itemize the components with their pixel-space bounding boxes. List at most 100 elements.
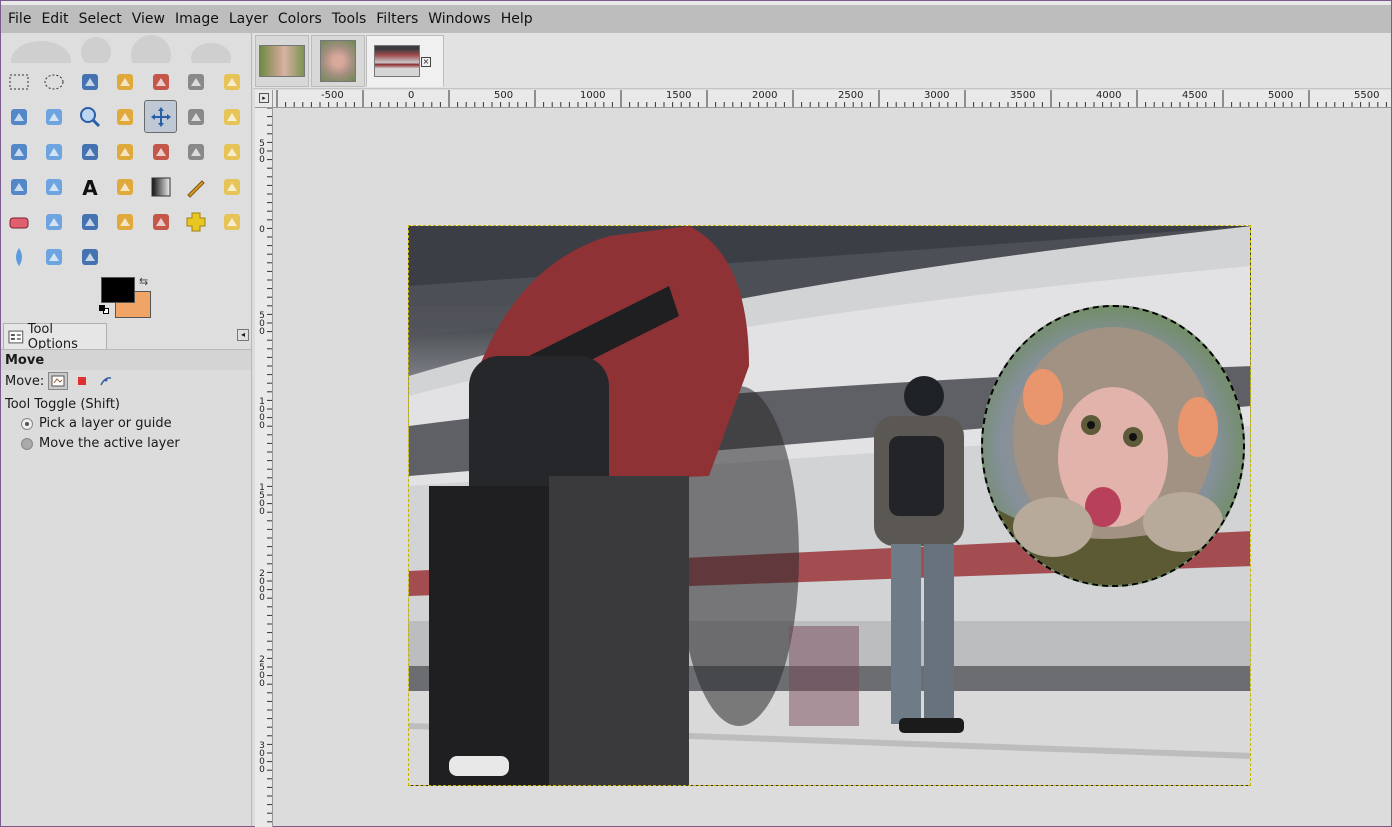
perspective-icon (117, 143, 133, 160)
pick-layer-option[interactable]: Pick a layer or guide (21, 416, 172, 431)
pick-layer-radio[interactable] (21, 417, 33, 430)
text-tool-button[interactable]: A (73, 170, 106, 203)
horizontal-ruler[interactable]: -500 0 500 1000 1500 2000 2500 3000 3500… (273, 90, 1391, 108)
gradient-icon (151, 177, 170, 196)
smudge-icon (46, 248, 62, 265)
fuzzy-select-tool-button[interactable] (109, 65, 142, 98)
smudge-tool-button[interactable] (38, 240, 71, 273)
ruler-label: 500 (259, 311, 265, 337)
blur-sharpen-tool-button[interactable] (2, 240, 35, 273)
pencil-tool-button[interactable] (180, 170, 213, 203)
menu-select[interactable]: Select (74, 5, 127, 33)
ruler-label: 2500 (838, 90, 864, 101)
mypaint-brush-tool-button[interactable] (109, 205, 142, 238)
wilber-drop-area[interactable] (1, 33, 251, 63)
ruler-corner[interactable]: ▸ (255, 90, 273, 108)
layer-icon (51, 375, 65, 387)
eraser-tool-button[interactable] (2, 205, 35, 238)
shear-tool-button[interactable] (73, 135, 106, 168)
vertical-ruler[interactable]: 500 0 500 1000 1500 2000 2500 3000 (255, 108, 273, 827)
transform-3d-tool-button[interactable] (144, 135, 177, 168)
perspective-tool-button[interactable] (109, 135, 142, 168)
gradient-tool-button[interactable] (144, 170, 177, 203)
ink-tool-button[interactable] (73, 205, 106, 238)
move-active-layer-option[interactable]: Move the active layer (21, 436, 180, 451)
tab-menu-icon[interactable]: ◂ (237, 329, 249, 341)
close-tab-icon[interactable]: × (421, 57, 431, 67)
monkey-layer-selection[interactable] (981, 305, 1245, 587)
move-icon (150, 106, 171, 127)
image-tab-active[interactable]: × (366, 35, 444, 87)
menu-layer[interactable]: Layer (224, 5, 273, 33)
cage-transform-tool-button[interactable] (2, 170, 35, 203)
move-layer-mode-button[interactable] (48, 372, 69, 390)
menu-colors[interactable]: Colors (273, 5, 327, 33)
menu-view[interactable]: View (127, 5, 170, 33)
menu-tools[interactable]: Tools (327, 5, 372, 33)
swap-colors-icon[interactable]: ⇆ (139, 275, 148, 288)
color-picker-icon (46, 108, 62, 125)
menu-edit[interactable]: Edit (36, 5, 73, 33)
menu-windows[interactable]: Windows (423, 5, 496, 33)
move-path-mode-button[interactable] (96, 372, 116, 390)
paths-tool-button[interactable] (2, 100, 35, 133)
select-by-color-tool-button[interactable] (144, 65, 177, 98)
ruler-label: -500 (321, 90, 344, 101)
move-tool-button[interactable] (144, 100, 177, 133)
foreground-select-tool-button[interactable] (215, 65, 248, 98)
rotate-tool-button[interactable] (2, 135, 35, 168)
flip-icon (223, 143, 240, 160)
move-mode-row: Move: (5, 372, 116, 390)
tool-options-icon (8, 330, 24, 343)
zoom-tool-button[interactable] (73, 100, 106, 133)
measure-tool-button[interactable] (109, 100, 142, 133)
menu-image[interactable]: Image (170, 5, 224, 33)
flip-tool-button[interactable] (215, 135, 248, 168)
ruler-label: 1500 (259, 483, 265, 517)
unified-transform-tool-button[interactable] (180, 135, 213, 168)
select-by-color-icon (152, 73, 169, 90)
eraser-icon (9, 217, 28, 228)
image-tab[interactable] (311, 35, 365, 87)
default-colors-icon[interactable] (99, 305, 109, 315)
rotate-icon (10, 143, 27, 160)
menu-filters[interactable]: Filters (371, 5, 423, 33)
crop-tool-button[interactable] (215, 100, 248, 133)
foreground-color-swatch[interactable] (101, 277, 135, 303)
horizontal-ruler-ticks (276, 90, 1387, 107)
pencil-icon (187, 179, 205, 198)
align-tool-button[interactable] (180, 100, 213, 133)
scissors-select-tool-button[interactable] (180, 65, 213, 98)
heal-tool-button[interactable] (180, 205, 213, 238)
free-select-tool-button[interactable] (73, 65, 106, 98)
move-selection-mode-button[interactable] (72, 372, 92, 390)
blur-sharpen-icon (15, 247, 22, 266)
menu-help[interactable]: Help (496, 5, 538, 33)
move-active-layer-radio[interactable] (21, 437, 33, 450)
fuzzy-select-icon (117, 73, 133, 90)
airbrush-tool-button[interactable] (38, 205, 71, 238)
tab-tool-options[interactable]: Tool Options (3, 322, 107, 352)
rect-select-tool-button[interactable] (2, 65, 35, 98)
warp-transform-tool-button[interactable] (38, 170, 71, 203)
menu-file[interactable]: File (3, 5, 36, 33)
tool-toggle-label: Tool Toggle (Shift) (5, 397, 121, 412)
ruler-label: 0 (259, 225, 265, 235)
ellipse-select-tool-button[interactable] (38, 65, 71, 98)
image-thumbnail (320, 40, 356, 82)
perspective-clone-tool-button[interactable] (215, 205, 248, 238)
clone-tool-button[interactable] (144, 205, 177, 238)
dodge-burn-tool-button[interactable] (73, 240, 106, 273)
color-picker-tool-button[interactable] (38, 100, 71, 133)
image-tab[interactable] (255, 35, 309, 87)
paintbrush-tool-button[interactable] (215, 170, 248, 203)
bucket-fill-tool-button[interactable] (109, 170, 142, 203)
tool-grid: A (1, 65, 251, 275)
ruler-label: 5000 (1268, 90, 1294, 101)
scale-tool-button[interactable] (38, 135, 71, 168)
tool-options-title: Move (5, 353, 45, 368)
unified-transform-icon (188, 143, 204, 160)
zoom-icon (79, 106, 100, 127)
monkey-photo (983, 327, 1243, 585)
tool-options-panel: Move Move: Tool Toggle (Shift) Pick a la… (1, 349, 251, 826)
